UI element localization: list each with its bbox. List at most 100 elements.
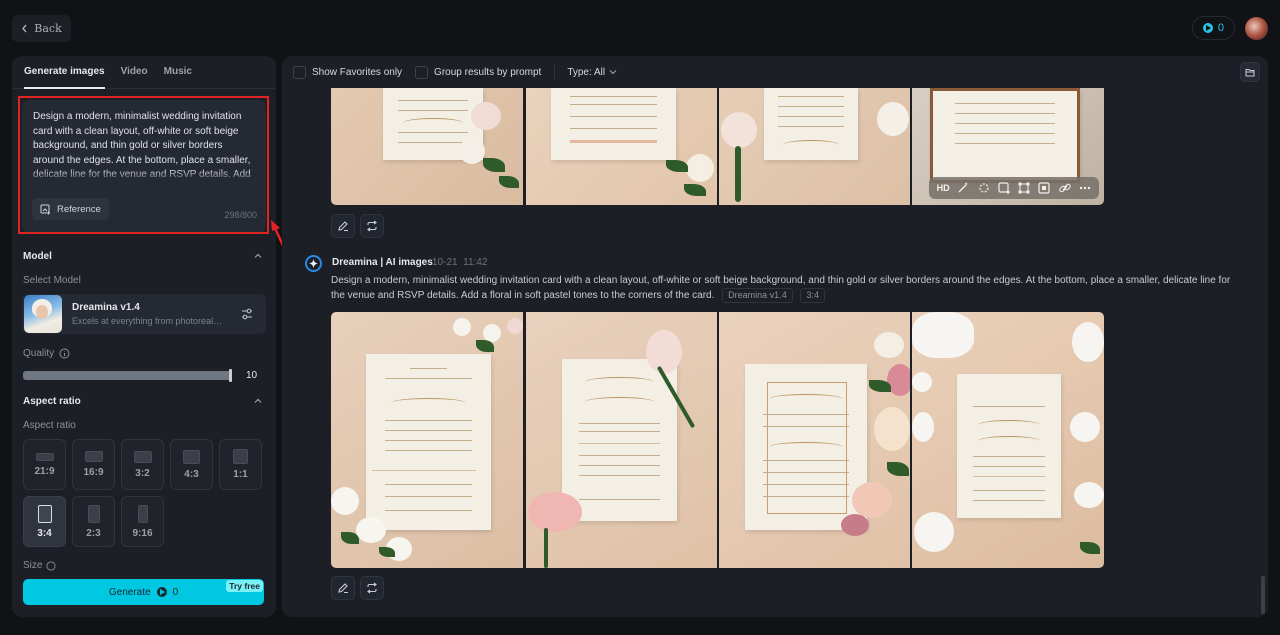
flower — [1072, 322, 1104, 362]
result-image[interactable] — [719, 312, 910, 568]
chevron-up-icon[interactable] — [254, 397, 262, 405]
info-icon[interactable] — [46, 560, 56, 571]
flower — [912, 372, 932, 392]
tab-music[interactable]: Music — [164, 56, 192, 89]
inpaint-icon[interactable] — [977, 181, 991, 195]
quality-label-row: Quality — [23, 348, 70, 359]
aspect-option-16-9[interactable]: 16:9 — [72, 439, 115, 490]
prompt-input[interactable]: Design a modern, minimalist wedding invi… — [22, 100, 266, 233]
regenerate-button[interactable] — [360, 576, 384, 600]
regenerate-button[interactable] — [360, 214, 384, 238]
flower — [852, 482, 892, 518]
aspect-label: 1:1 — [233, 469, 248, 480]
aspect-shape-icon — [233, 449, 248, 464]
aspect-option-1-1[interactable]: 1:1 — [219, 439, 262, 490]
tab-generate-images[interactable]: Generate images — [24, 56, 105, 89]
chevron-left-icon — [22, 24, 27, 33]
model-thumbnail — [24, 295, 62, 333]
model-tag: Dreamina v1.4 — [722, 288, 793, 303]
type-filter-dropdown[interactable]: Type: All — [567, 67, 617, 78]
chevron-down-icon — [609, 70, 617, 75]
flower — [914, 512, 954, 552]
quality-slider[interactable] — [23, 369, 232, 382]
aspect-label: 2:3 — [86, 527, 101, 539]
results-scrollbar[interactable] — [1261, 576, 1265, 614]
aspect-option-3-2[interactable]: 3:2 — [121, 439, 164, 490]
credit-icon — [156, 587, 167, 597]
generation-author: Dreamina | AI images — [332, 257, 433, 268]
quality-slider-handle[interactable] — [229, 369, 232, 382]
size-label-row: Size — [23, 560, 56, 571]
flower — [1070, 412, 1100, 442]
result-image[interactable] — [331, 88, 523, 205]
hd-upscale-button[interactable]: HD — [936, 181, 950, 195]
aspect-option-9-16[interactable]: 9:16 — [121, 496, 164, 547]
invitation-card — [930, 88, 1080, 183]
generation-prompt: Design a modern, minimalist wedding invi… — [331, 273, 1236, 303]
quality-slider-fill — [23, 371, 232, 380]
link-icon[interactable] — [1058, 181, 1072, 195]
group-by-prompt-checkbox[interactable] — [415, 65, 429, 79]
expand-icon[interactable] — [997, 181, 1011, 195]
invitation-card — [764, 88, 858, 160]
aspect-label: 9:16 — [132, 527, 153, 539]
flower — [1074, 482, 1104, 508]
aspect-label: 16:9 — [83, 467, 104, 478]
aspect-option-21-9[interactable]: 21:9 — [23, 439, 66, 490]
tab-video[interactable]: Video — [121, 56, 148, 89]
model-selector[interactable]: Dreamina v1.4 Excels at everything from … — [22, 294, 266, 334]
model-name: Dreamina v1.4 — [72, 302, 140, 313]
aspect-shape-icon — [137, 504, 148, 523]
invitation-card — [745, 364, 867, 530]
mode-tabs: Generate images Video Music — [12, 56, 276, 89]
stem — [735, 146, 741, 202]
try-free-badge: Try free — [226, 580, 263, 592]
avatar[interactable] — [1245, 16, 1268, 40]
prompt-text[interactable]: Design a modern, minimalist wedding invi… — [33, 110, 255, 184]
flower — [686, 154, 714, 182]
aspect-label: 3:2 — [135, 467, 150, 479]
more-icon[interactable] — [1078, 181, 1092, 195]
flower — [721, 112, 757, 148]
dreamina-logo-icon — [305, 255, 322, 272]
aspect-option-2-3[interactable]: 2:3 — [72, 496, 115, 547]
aspect-shape-icon — [133, 450, 152, 463]
folder-icon — [1245, 68, 1255, 76]
sliders-icon[interactable] — [240, 307, 254, 321]
aspect-shape-icon — [183, 449, 200, 464]
favorites-label: Show Favorites only — [312, 66, 403, 78]
flower — [471, 102, 501, 130]
aspect-option-4-3[interactable]: 4:3 — [170, 439, 213, 490]
resize-icon[interactable] — [1017, 181, 1031, 195]
retouch-icon[interactable] — [956, 181, 970, 195]
folder-button[interactable] — [1240, 62, 1260, 82]
flower — [646, 330, 682, 374]
ratio-tag: 3:4 — [800, 288, 825, 303]
flower — [453, 318, 471, 336]
result-image[interactable] — [526, 312, 717, 568]
chevron-up-icon[interactable] — [254, 252, 262, 260]
result-image[interactable] — [719, 88, 910, 205]
result-image[interactable] — [526, 88, 717, 205]
result-image[interactable] — [331, 312, 523, 568]
reference-button[interactable]: Reference — [32, 198, 109, 220]
edit-prompt-button[interactable] — [331, 576, 355, 600]
top-right-controls: 0 — [1191, 16, 1268, 40]
generate-credits: 0 — [172, 586, 179, 598]
generation-time: 11:42 — [463, 257, 488, 268]
edit-prompt-button[interactable] — [331, 214, 355, 238]
invitation-card — [551, 88, 676, 160]
char-count: 298/800 — [224, 210, 257, 220]
info-icon[interactable] — [59, 348, 70, 359]
divider — [554, 65, 556, 79]
result-image[interactable] — [912, 312, 1104, 568]
favorites-checkbox[interactable] — [293, 65, 306, 79]
generate-button[interactable]: Generate 0 Try free — [23, 579, 264, 605]
back-button[interactable]: Back — [12, 15, 71, 42]
credits-badge[interactable]: 0 — [1191, 16, 1235, 40]
remove-background-icon[interactable] — [1037, 181, 1051, 195]
aspect-option-3-4[interactable]: 3:4 — [23, 496, 66, 547]
flower — [912, 412, 934, 442]
repeat-icon — [367, 582, 377, 594]
plate — [912, 312, 974, 358]
